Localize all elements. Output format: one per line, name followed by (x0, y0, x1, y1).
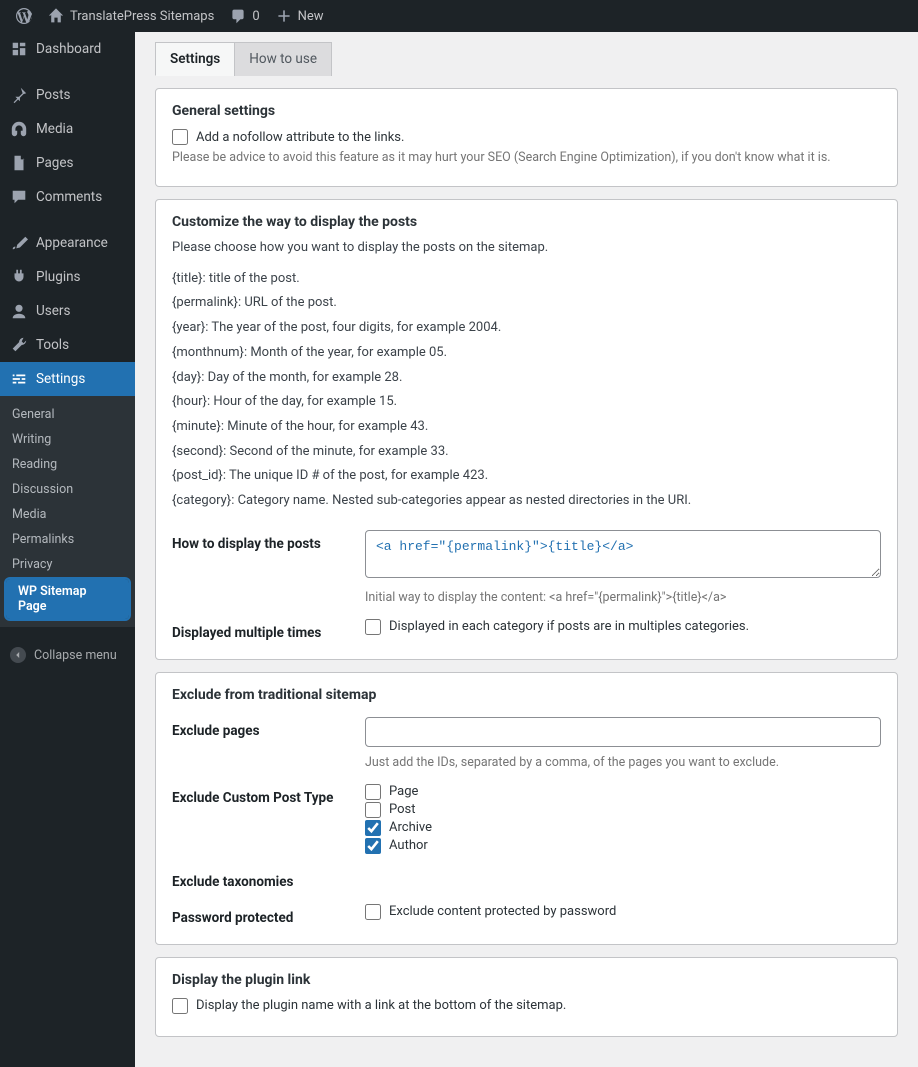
site-name-label: TranslatePress Sitemaps (70, 9, 214, 24)
panel-customize: Customize the way to display the posts P… (155, 199, 898, 660)
new-link[interactable]: New (268, 8, 332, 24)
submenu-general[interactable]: General (0, 402, 135, 427)
panel-general: General settings Add a nofollow attribut… (155, 88, 898, 187)
ph-day: {day}: Day of the month, for example 28. (172, 366, 881, 391)
wp-logo[interactable] (8, 8, 40, 24)
home-icon (48, 8, 64, 24)
exclude-pages-label: Exclude pages (172, 717, 347, 739)
display-hint: Initial way to display the content: <a h… (365, 590, 881, 605)
exclude-pages-hint: Just add the IDs, separated by a comma, … (365, 755, 881, 770)
menu-media[interactable]: Media (0, 112, 135, 146)
dashboard-icon (10, 40, 28, 58)
comment-icon (10, 188, 28, 206)
general-title: General settings (172, 103, 881, 119)
menu-comments[interactable]: Comments (0, 180, 135, 214)
plug-icon (10, 268, 28, 286)
pluginlink-title: Display the plugin link (172, 972, 881, 988)
page-icon (10, 154, 28, 172)
submenu-permalinks[interactable]: Permalinks (0, 527, 135, 552)
cpt-author-label: Author (389, 838, 428, 853)
collapse-menu[interactable]: Collapse menu (0, 637, 135, 673)
cpt-page-label: Page (389, 784, 418, 799)
brush-icon (10, 234, 28, 252)
exclude-title: Exclude from traditional sitemap (172, 687, 881, 703)
cpt-archive-label: Archive (389, 820, 432, 835)
pluginlink-checkbox[interactable] (172, 998, 188, 1014)
ph-title: {title}: title of the post. (172, 267, 881, 292)
ph-permalink: {permalink}: URL of the post. (172, 291, 881, 316)
admin-sidebar: Dashboard Posts Media Pages Comments App… (0, 32, 135, 1067)
settings-submenu: General Writing Reading Discussion Media… (0, 396, 135, 627)
menu-settings[interactable]: Settings (0, 362, 135, 396)
nofollow-hint: Please be advice to avoid this feature a… (172, 149, 881, 168)
media-icon (10, 120, 28, 138)
cpt-page-checkbox[interactable] (365, 784, 381, 800)
ph-year: {year}: The year of the post, four digit… (172, 316, 881, 341)
site-name[interactable]: TranslatePress Sitemaps (40, 8, 222, 24)
wrench-icon (10, 336, 28, 354)
menu-pages[interactable]: Pages (0, 146, 135, 180)
settings-content: Settings How to use General settings Add… (135, 32, 918, 1067)
comment-icon (230, 8, 246, 24)
ph-second: {second}: Second of the minute, for exam… (172, 440, 881, 465)
pin-icon (10, 86, 28, 104)
ph-hour: {hour}: Hour of the day, for example 15. (172, 390, 881, 415)
user-icon (10, 302, 28, 320)
menu-posts[interactable]: Posts (0, 78, 135, 112)
submenu-discussion[interactable]: Discussion (0, 477, 135, 502)
menu-tools[interactable]: Tools (0, 328, 135, 362)
submenu-privacy[interactable]: Privacy (0, 552, 135, 577)
tabs: Settings How to use (155, 42, 898, 76)
menu-plugins[interactable]: Plugins (0, 260, 135, 294)
submenu-wp-sitemap-page[interactable]: WP Sitemap Page (6, 579, 129, 619)
ph-monthnum: {monthnum}: Month of the year, for examp… (172, 341, 881, 366)
panel-exclude: Exclude from traditional sitemap Exclude… (155, 672, 898, 945)
tab-settings[interactable]: Settings (155, 42, 235, 76)
pluginlink-check-label: Display the plugin name with a link at t… (196, 998, 566, 1013)
exclude-pages-input[interactable] (365, 717, 881, 747)
ph-category: {category}: Category name. Nested sub-ca… (172, 489, 881, 514)
customize-intro: Please choose how you want to display th… (172, 240, 881, 255)
exclude-tax-label: Exclude taxonomies (172, 868, 347, 890)
tab-how-to-use[interactable]: How to use (234, 42, 332, 76)
admin-bar: TranslatePress Sitemaps 0 New (0, 0, 918, 32)
cpt-author-checkbox[interactable] (365, 838, 381, 854)
password-checkbox[interactable] (365, 904, 381, 920)
customize-title: Customize the way to display the posts (172, 214, 881, 230)
display-textarea[interactable] (365, 530, 881, 578)
submenu-media[interactable]: Media (0, 502, 135, 527)
nofollow-checkbox[interactable] (172, 129, 188, 145)
multiple-check-label: Displayed in each category if posts are … (389, 619, 749, 634)
wordpress-icon (16, 8, 32, 24)
menu-dashboard[interactable]: Dashboard (0, 32, 135, 66)
cpt-archive-checkbox[interactable] (365, 820, 381, 836)
menu-appearance[interactable]: Appearance (0, 226, 135, 260)
exclude-cpt-label: Exclude Custom Post Type (172, 784, 347, 806)
submenu-writing[interactable]: Writing (0, 427, 135, 452)
comments-count: 0 (252, 9, 259, 24)
password-check-label: Exclude content protected by password (389, 904, 616, 919)
display-label: How to display the posts (172, 530, 347, 552)
sliders-icon (10, 370, 28, 388)
ph-minute: {minute}: Minute of the hour, for exampl… (172, 415, 881, 440)
plus-icon (276, 8, 292, 24)
comments-link[interactable]: 0 (222, 8, 267, 24)
panel-plugin-link: Display the plugin link Display the plug… (155, 957, 898, 1037)
cpt-post-checkbox[interactable] (365, 802, 381, 818)
menu-users[interactable]: Users (0, 294, 135, 328)
new-label: New (298, 9, 324, 24)
multiple-checkbox[interactable] (365, 619, 381, 635)
password-label: Password protected (172, 904, 347, 926)
ph-postid: {post_id}: The unique ID # of the post, … (172, 464, 881, 489)
collapse-icon (10, 647, 26, 663)
submenu-reading[interactable]: Reading (0, 452, 135, 477)
nofollow-label: Add a nofollow attribute to the links. (196, 130, 404, 145)
cpt-post-label: Post (389, 802, 416, 817)
placeholder-list: {title}: title of the post. {permalink}:… (172, 267, 881, 514)
multiple-label: Displayed multiple times (172, 619, 347, 641)
